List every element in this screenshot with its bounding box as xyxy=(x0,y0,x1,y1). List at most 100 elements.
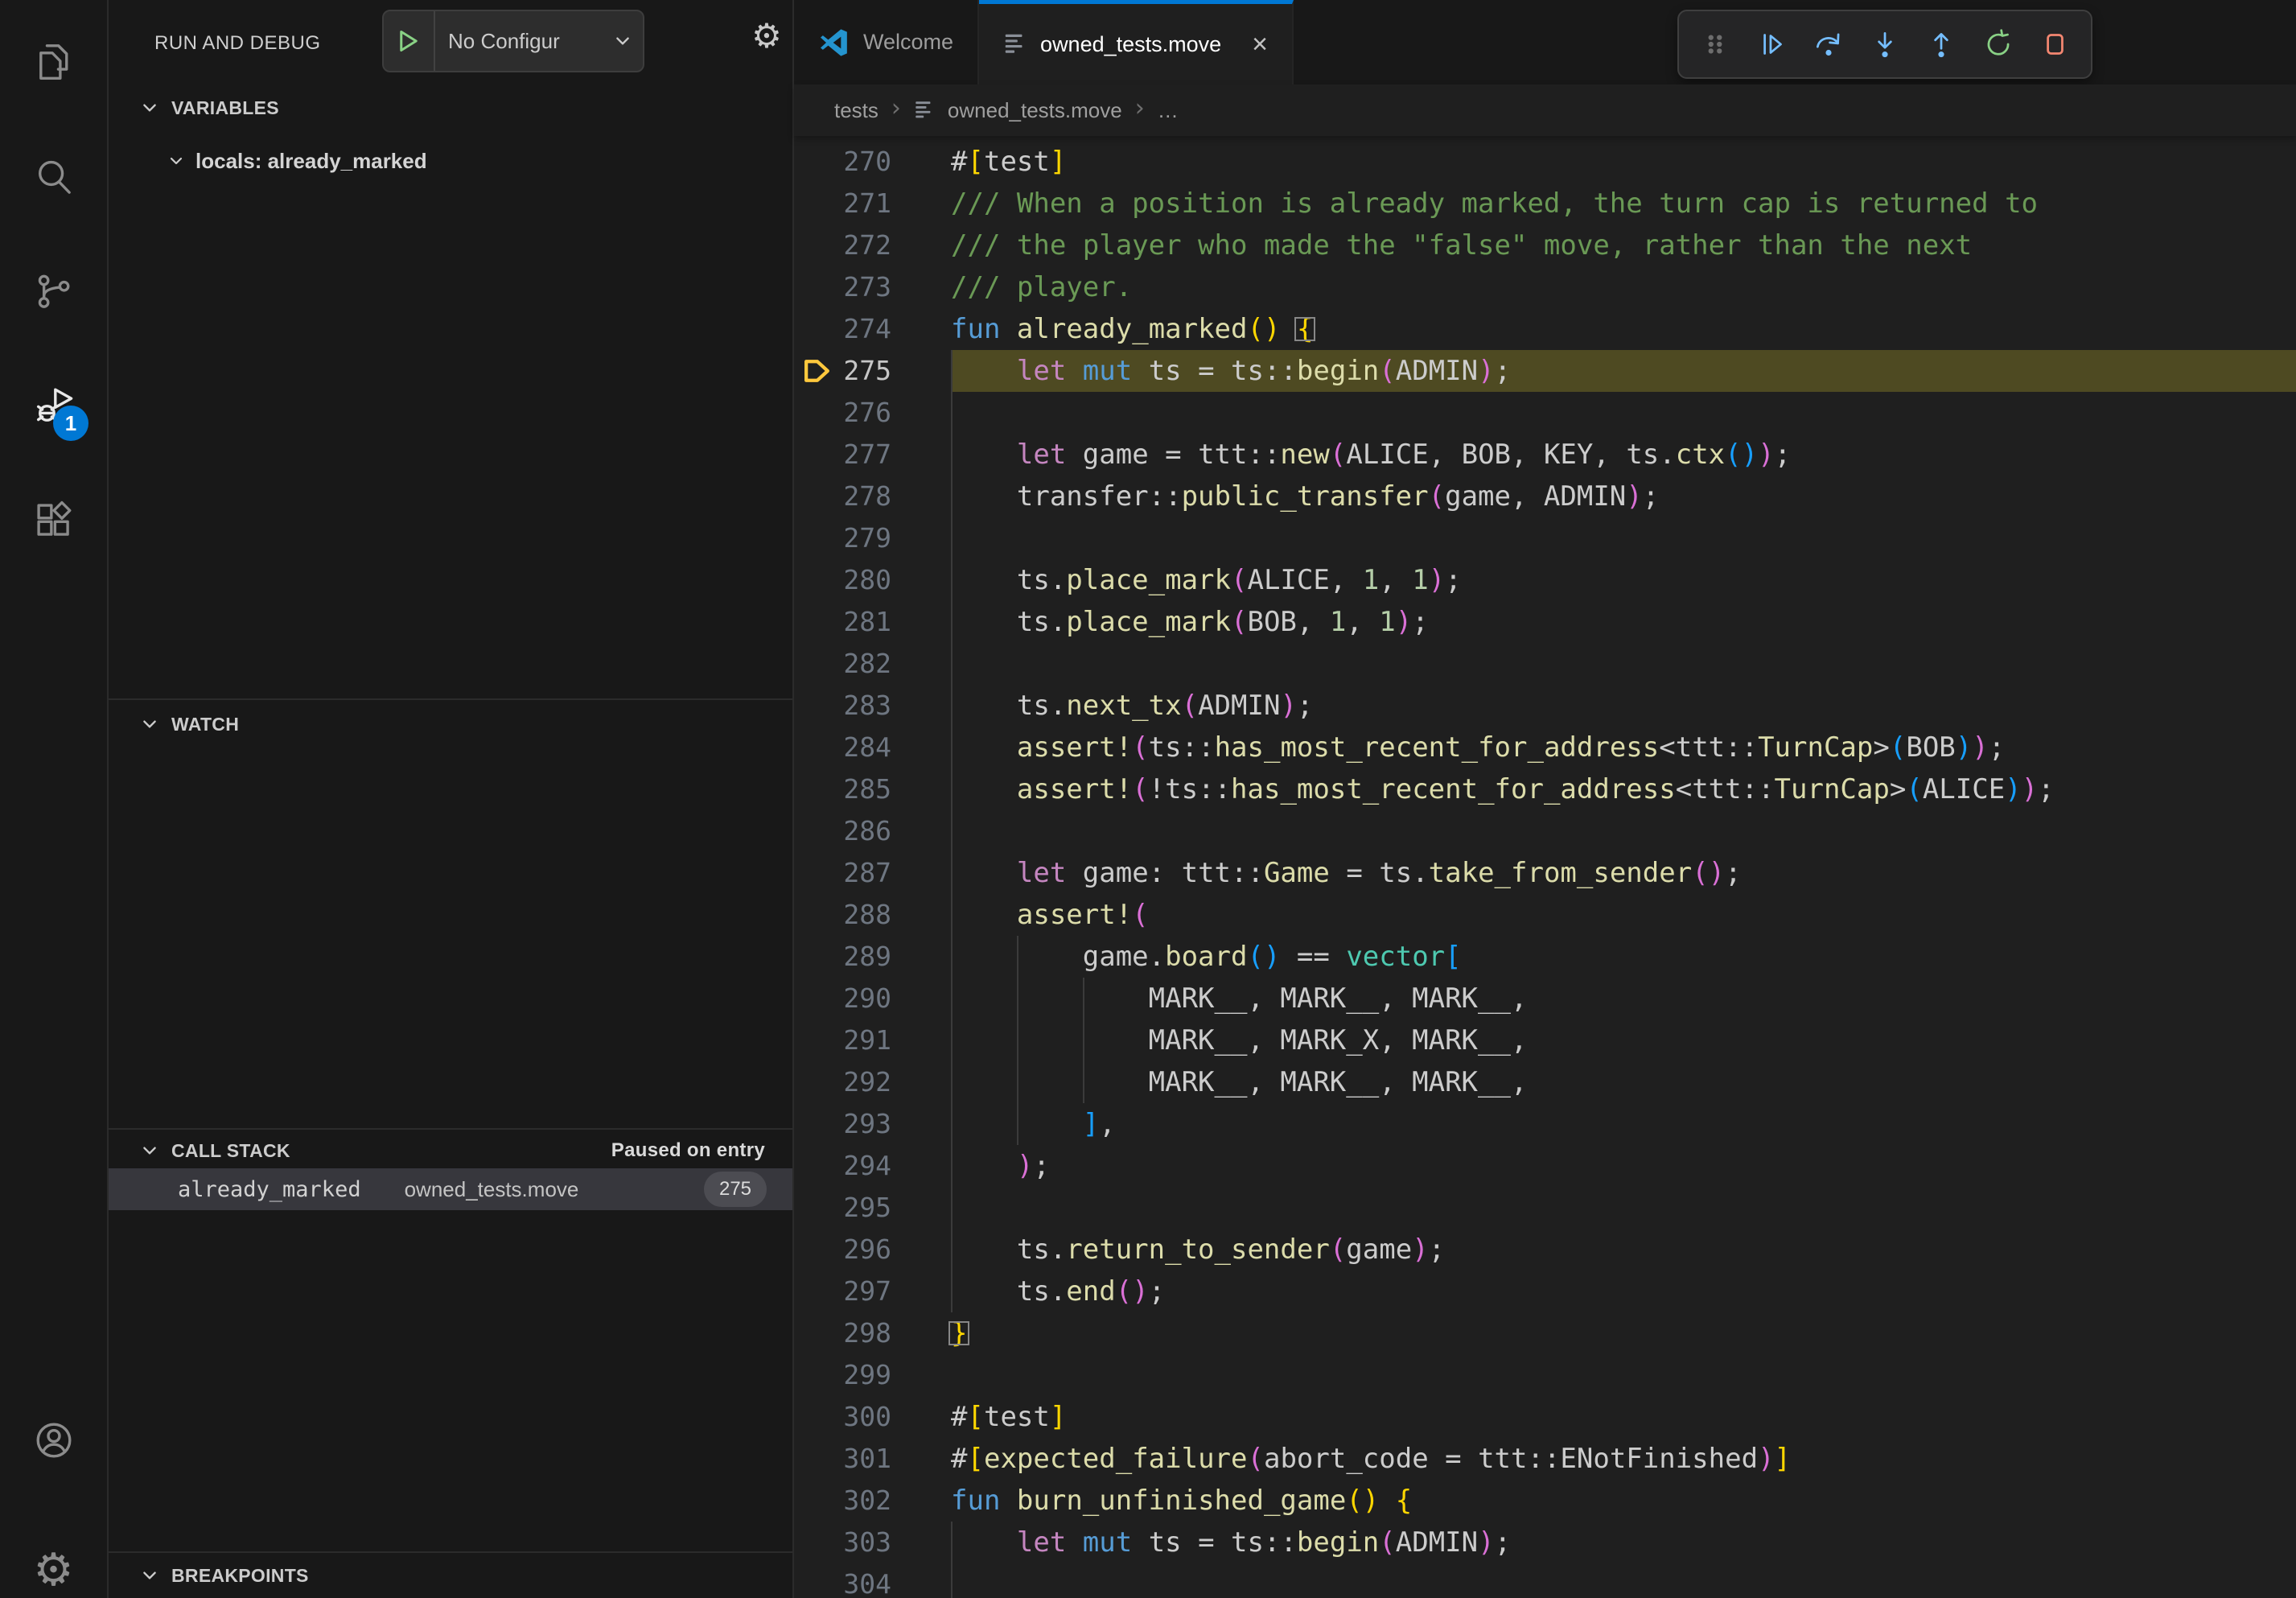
gutter[interactable]: 297 xyxy=(794,1271,951,1312)
breadcrumb-item-tests[interactable]: tests xyxy=(834,98,878,123)
gutter[interactable]: 292 xyxy=(794,1061,951,1103)
breadcrumb-item-file[interactable]: owned_tests.move xyxy=(948,98,1122,123)
tab-welcome[interactable]: Welcome xyxy=(794,0,979,84)
gutter[interactable]: 281 xyxy=(794,601,951,643)
gutter[interactable]: 277 xyxy=(794,434,951,476)
gutter[interactable]: 287 xyxy=(794,852,951,894)
code-line-293[interactable]: 293 ], xyxy=(794,1103,2296,1145)
code-line-272[interactable]: 272/// the player who made the "false" m… xyxy=(794,224,2296,266)
gutter[interactable]: 278 xyxy=(794,476,951,517)
code-line-301[interactable]: 301#[expected_failure(abort_code = ttt::… xyxy=(794,1438,2296,1480)
gutter[interactable]: 301 xyxy=(794,1438,951,1480)
debug-settings-gear-icon[interactable]: ⚙ xyxy=(751,19,782,53)
code-line-297[interactable]: 297 ts.end(); xyxy=(794,1271,2296,1312)
code-line-278[interactable]: 278 transfer::public_transfer(game, ADMI… xyxy=(794,476,2296,517)
code-line-291[interactable]: 291 MARK__, MARK_X, MARK__, xyxy=(794,1019,2296,1061)
gutter[interactable]: 276 xyxy=(794,392,951,434)
code-line-294[interactable]: 294 ); xyxy=(794,1145,2296,1187)
debug-config-button[interactable]: No Configur xyxy=(382,10,644,72)
extensions-icon[interactable] xyxy=(0,476,107,565)
code-line-277[interactable]: 277 let game = ttt::new(ALICE, BOB, KEY,… xyxy=(794,434,2296,476)
code-line-292[interactable]: 292 MARK__, MARK__, MARK__, xyxy=(794,1061,2296,1103)
code-line-286[interactable]: 286 xyxy=(794,810,2296,852)
breadcrumb-item-symbol[interactable]: … xyxy=(1158,98,1179,123)
tab-owned-tests-move[interactable]: owned_tests.move × xyxy=(979,0,1294,84)
step-out-button[interactable] xyxy=(1924,27,1958,61)
toolbar-grip-icon[interactable] xyxy=(1698,27,1732,61)
gutter[interactable]: 289 xyxy=(794,936,951,978)
close-tab-icon[interactable]: × xyxy=(1252,31,1268,58)
gutter[interactable]: 300 xyxy=(794,1396,951,1438)
code-line-285[interactable]: 285 assert!(!ts::has_most_recent_for_add… xyxy=(794,768,2296,810)
gutter[interactable]: 298 xyxy=(794,1312,951,1354)
gutter[interactable]: 282 xyxy=(794,643,951,685)
code-line-287[interactable]: 287 let game: ttt::Game = ts.take_from_s… xyxy=(794,852,2296,894)
code-editor[interactable]: 270#[test]271/// When a position is alre… xyxy=(794,136,2296,1598)
code-line-288[interactable]: 288 assert!( xyxy=(794,894,2296,936)
gutter[interactable]: 274 xyxy=(794,308,951,350)
gutter[interactable]: 279 xyxy=(794,517,951,559)
code-line-275[interactable]: 275 let mut ts = ts::begin(ADMIN); xyxy=(794,350,2296,392)
gutter[interactable]: 280 xyxy=(794,559,951,601)
variables-section-header[interactable]: VARIABLES xyxy=(109,90,792,126)
code-line-290[interactable]: 290 MARK__, MARK__, MARK__, xyxy=(794,978,2296,1019)
code-line-280[interactable]: 280 ts.place_mark(ALICE, 1, 1); xyxy=(794,559,2296,601)
code-line-304[interactable]: 304 xyxy=(794,1563,2296,1598)
watch-section-header[interactable]: WATCH xyxy=(109,706,792,742)
gutter[interactable]: 272 xyxy=(794,224,951,266)
gutter[interactable]: 291 xyxy=(794,1019,951,1061)
gutter[interactable]: 270 xyxy=(794,141,951,183)
code-line-279[interactable]: 279 xyxy=(794,517,2296,559)
gutter[interactable]: 285 xyxy=(794,768,951,810)
variables-scope-locals[interactable]: locals: already_marked xyxy=(109,142,792,180)
code-line-303[interactable]: 303 let mut ts = ts::begin(ADMIN); xyxy=(794,1522,2296,1563)
step-over-button[interactable] xyxy=(1812,27,1845,61)
gutter[interactable]: 294 xyxy=(794,1145,951,1187)
code-line-284[interactable]: 284 assert!(ts::has_most_recent_for_addr… xyxy=(794,727,2296,768)
restart-button[interactable] xyxy=(1981,27,2015,61)
gutter[interactable]: 286 xyxy=(794,810,951,852)
gutter[interactable]: 284 xyxy=(794,727,951,768)
explorer-icon[interactable] xyxy=(0,18,107,106)
code-line-274[interactable]: 274fun already_marked() { xyxy=(794,308,2296,350)
code-line-273[interactable]: 273/// player. xyxy=(794,266,2296,308)
code-line-270[interactable]: 270#[test] xyxy=(794,141,2296,183)
code-line-295[interactable]: 295 xyxy=(794,1187,2296,1229)
gutter-current-line[interactable]: 275 xyxy=(794,350,951,392)
settings-gear-icon[interactable]: ⚙ xyxy=(0,1526,107,1598)
code-line-300[interactable]: 300#[test] xyxy=(794,1396,2296,1438)
gutter[interactable]: 303 xyxy=(794,1522,951,1563)
gutter[interactable]: 290 xyxy=(794,978,951,1019)
code-line-283[interactable]: 283 ts.next_tx(ADMIN); xyxy=(794,685,2296,727)
code-line-296[interactable]: 296 ts.return_to_sender(game); xyxy=(794,1229,2296,1271)
code-line-281[interactable]: 281 ts.place_mark(BOB, 1, 1); xyxy=(794,601,2296,643)
breakpoints-section-header[interactable]: BREAKPOINTS xyxy=(109,1558,792,1593)
debug-config-dropdown[interactable]: No Configur xyxy=(435,29,643,54)
start-debug-icon[interactable] xyxy=(384,11,435,71)
gutter[interactable]: 271 xyxy=(794,183,951,224)
code-line-289[interactable]: 289 game.board() == vector[ xyxy=(794,936,2296,978)
code-line-282[interactable]: 282 xyxy=(794,643,2296,685)
account-icon[interactable] xyxy=(0,1396,107,1485)
step-into-button[interactable] xyxy=(1868,27,1902,61)
gutter[interactable]: 295 xyxy=(794,1187,951,1229)
source-control-icon[interactable] xyxy=(0,247,107,336)
gutter[interactable]: 304 xyxy=(794,1563,951,1598)
gutter[interactable]: 288 xyxy=(794,894,951,936)
continue-button[interactable] xyxy=(1755,27,1788,61)
gutter[interactable]: 296 xyxy=(794,1229,951,1271)
call-stack-frame[interactable]: already_marked owned_tests.move 275 xyxy=(109,1168,792,1210)
stop-button[interactable] xyxy=(2038,27,2072,61)
gutter[interactable]: 293 xyxy=(794,1103,951,1145)
gutter[interactable]: 299 xyxy=(794,1354,951,1396)
call-stack-section-header[interactable]: CALL STACK Paused on entry xyxy=(109,1133,792,1168)
search-icon[interactable] xyxy=(0,133,107,221)
code-line-299[interactable]: 299 xyxy=(794,1354,2296,1396)
gutter[interactable]: 283 xyxy=(794,685,951,727)
run-and-debug-icon[interactable] xyxy=(0,361,107,450)
gutter[interactable]: 302 xyxy=(794,1480,951,1522)
gutter[interactable]: 273 xyxy=(794,266,951,308)
code-line-298[interactable]: 298} xyxy=(794,1312,2296,1354)
code-line-271[interactable]: 271/// When a position is already marked… xyxy=(794,183,2296,224)
code-line-276[interactable]: 276 xyxy=(794,392,2296,434)
